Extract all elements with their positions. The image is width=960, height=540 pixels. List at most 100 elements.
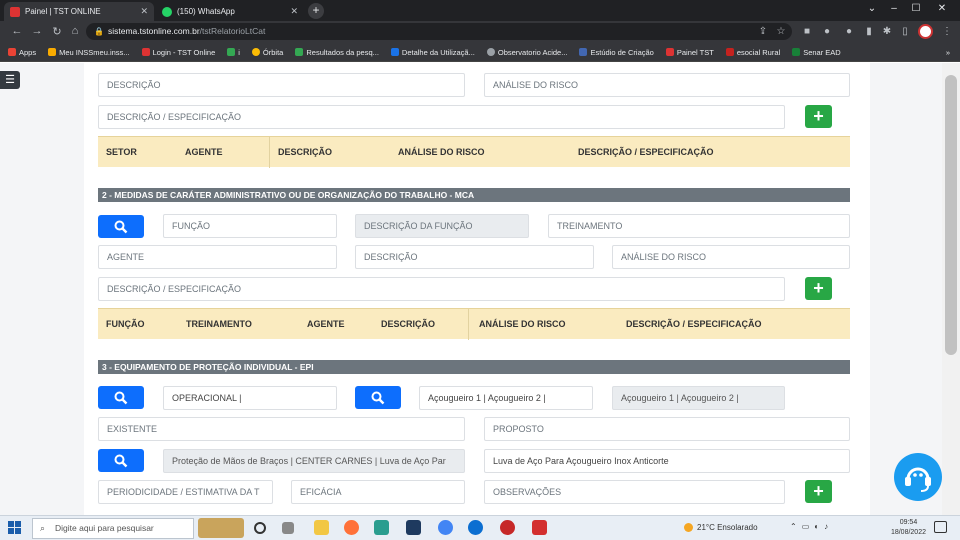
app-icon[interactable]	[406, 520, 421, 535]
analise-risco-field[interactable]: ANÁLISE DO RISCO	[484, 73, 850, 97]
system-tray-icons[interactable]: ⌃▭◐♪	[790, 522, 833, 531]
bookmark-item[interactable]: Órbita	[251, 48, 283, 57]
proposto-field[interactable]: PROPOSTO	[484, 417, 850, 441]
table-header: FUNÇÃO TREINAMENTO AGENTE DESCRIÇÃO ANÁL…	[98, 308, 850, 340]
column-header: FUNÇÃO	[106, 319, 145, 329]
funcao-readonly-field: Açougueiro 1 | Açougueiro 2 |	[612, 386, 785, 410]
treinamento-field[interactable]: TREINAMENTO	[548, 214, 850, 238]
firefox-icon[interactable]	[344, 520, 359, 535]
bookmark-star-icon[interactable]: ☆	[774, 25, 788, 39]
search-button[interactable]	[98, 386, 144, 409]
maximize-icon[interactable]: ☐	[906, 3, 926, 14]
scrollbar-thumb[interactable]	[945, 75, 957, 355]
operacional-field[interactable]: OPERACIONAL |	[163, 386, 337, 410]
support-chat-button[interactable]	[894, 453, 942, 501]
window-close-icon[interactable]: ✕	[932, 3, 952, 14]
existente-field[interactable]: EXISTENTE	[98, 417, 465, 441]
profile-avatar[interactable]	[918, 24, 933, 39]
bookmark-item[interactable]: esocial Rural	[725, 48, 780, 57]
minimize-icon[interactable]: –	[884, 3, 904, 14]
especificacao-field[interactable]: DESCRIÇÃO / ESPECIFICAÇÃO	[98, 105, 785, 129]
bookmark-item[interactable]: Observatorio Acide...	[486, 48, 567, 57]
sidebar-icon[interactable]: ▯	[898, 25, 912, 39]
periodicidade-field[interactable]: PERIODICIDADE / ESTIMATIVA DA T	[98, 480, 273, 504]
reload-icon[interactable]: ↻	[50, 25, 64, 38]
meta-icon	[579, 48, 588, 56]
descricao-field[interactable]: DESCRIÇÃO	[98, 73, 465, 97]
close-icon[interactable]: ✕	[290, 6, 298, 17]
bookmark-item[interactable]: i	[227, 48, 240, 57]
clock[interactable]: 09:54 18/08/2022	[891, 518, 926, 538]
bookmark-favicon-icon	[725, 48, 734, 56]
bookmark-label: Resultados da pesq...	[306, 47, 379, 57]
app-icon[interactable]	[468, 520, 483, 535]
analise-risco-field[interactable]: ANÁLISE DO RISCO	[612, 245, 850, 269]
search-button[interactable]	[355, 386, 401, 409]
search-icon: ⌕	[40, 523, 46, 533]
tab-search-icon[interactable]: ⌄	[862, 3, 882, 14]
extension-icon[interactable]: ●	[842, 25, 856, 39]
bookmark-label: Login - TST Online	[152, 47, 216, 57]
bookmarks-overflow-icon[interactable]: »	[946, 48, 950, 57]
tab-painel[interactable]: Painel | TST ONLINE ✕	[4, 2, 154, 21]
home-icon[interactable]: ⌂	[68, 25, 82, 37]
puzzle-icon[interactable]: ✱	[880, 25, 894, 39]
search-highlight-image[interactable]	[198, 518, 244, 538]
observacoes-field[interactable]: OBSERVAÇÕES	[484, 480, 785, 504]
bookmark-item[interactable]: Login - TST Online	[141, 47, 216, 57]
file-explorer-icon[interactable]	[314, 520, 329, 535]
app-icon[interactable]	[500, 520, 515, 535]
extension-icon[interactable]: ●	[820, 25, 834, 39]
search-button[interactable]	[98, 215, 144, 238]
search-icon	[371, 391, 385, 405]
back-icon[interactable]: ←	[10, 25, 24, 37]
taskbar-search-input[interactable]: ⌕ Digite aqui para pesquisar	[32, 518, 194, 539]
task-view-icon[interactable]	[282, 522, 294, 534]
tst-favicon-icon	[10, 6, 20, 17]
agente-field[interactable]: AGENTE	[98, 245, 337, 269]
chrome-icon[interactable]	[438, 520, 453, 535]
tab-whatsapp[interactable]: (150) WhatsApp ✕	[156, 2, 304, 21]
cortana-icon[interactable]	[254, 522, 266, 534]
epi-descricao-field[interactable]: Luva de Aço Para Açougueiro Inox Anticor…	[484, 449, 850, 473]
notifications-icon[interactable]	[934, 521, 947, 533]
share-icon[interactable]: ⇪	[756, 25, 770, 39]
bookmark-label: Apps	[19, 47, 37, 57]
bookmark-item[interactable]: Meu INSSmeu.inss...	[48, 47, 130, 57]
hamburger-icon[interactable]: ☰	[0, 71, 20, 89]
funcao-field[interactable]: FUNÇÃO	[163, 214, 337, 238]
add-button[interactable]: +	[805, 105, 832, 128]
especificacao-field[interactable]: DESCRIÇÃO / ESPECIFICAÇÃO	[98, 277, 785, 301]
headset-icon	[905, 467, 931, 492]
search-button[interactable]	[98, 449, 144, 472]
bookmark-item[interactable]: Painel TST	[665, 48, 714, 57]
bookmark-item[interactable]: Estúdio de Criação	[579, 48, 654, 57]
table-header: SETOR AGENTE DESCRIÇÃO ANÁLISE DO RISCO …	[98, 136, 850, 168]
funcao-field[interactable]: Açougueiro 1 | Açougueiro 2 |	[419, 386, 593, 410]
bookmark-item[interactable]: Senar EAD	[792, 48, 841, 57]
acrobat-icon[interactable]	[532, 520, 547, 535]
whatsapp-icon	[162, 6, 172, 17]
bookmark-item[interactable]: Detalhe da Utilizaçã...	[390, 48, 475, 57]
address-bar[interactable]: 🔒 sistema.tstonline.com.br/tstRelatorioL…	[86, 23, 792, 40]
new-tab-button[interactable]: +	[308, 3, 324, 19]
column-header: AGENTE	[307, 319, 345, 329]
extension-icon[interactable]: ■	[800, 25, 814, 39]
descricao-field[interactable]: DESCRIÇÃO	[355, 245, 594, 269]
weather-text: 21°C Ensolarado	[697, 523, 758, 532]
kebab-menu-icon[interactable]: ⋮	[940, 25, 954, 39]
add-button[interactable]: +	[805, 480, 832, 503]
weather-widget[interactable]: 21°C Ensolarado	[684, 523, 758, 533]
bookmark-label: Meu INSSmeu.inss...	[59, 47, 130, 57]
close-icon[interactable]: ✕	[140, 6, 148, 17]
extension-icon[interactable]: ▮	[862, 25, 876, 39]
windows-start-icon[interactable]	[8, 521, 21, 534]
forward-icon[interactable]: →	[30, 25, 44, 37]
add-button[interactable]: +	[805, 277, 832, 300]
eficacia-field[interactable]: EFICÁCIA	[291, 480, 465, 504]
bookmark-apps[interactable]: Apps	[8, 48, 36, 57]
clock-time: 09:54	[899, 519, 918, 526]
bookmark-favicon-icon	[486, 48, 495, 56]
bookmark-item[interactable]: Resultados da pesq...	[295, 48, 379, 57]
app-icon[interactable]	[374, 520, 389, 535]
